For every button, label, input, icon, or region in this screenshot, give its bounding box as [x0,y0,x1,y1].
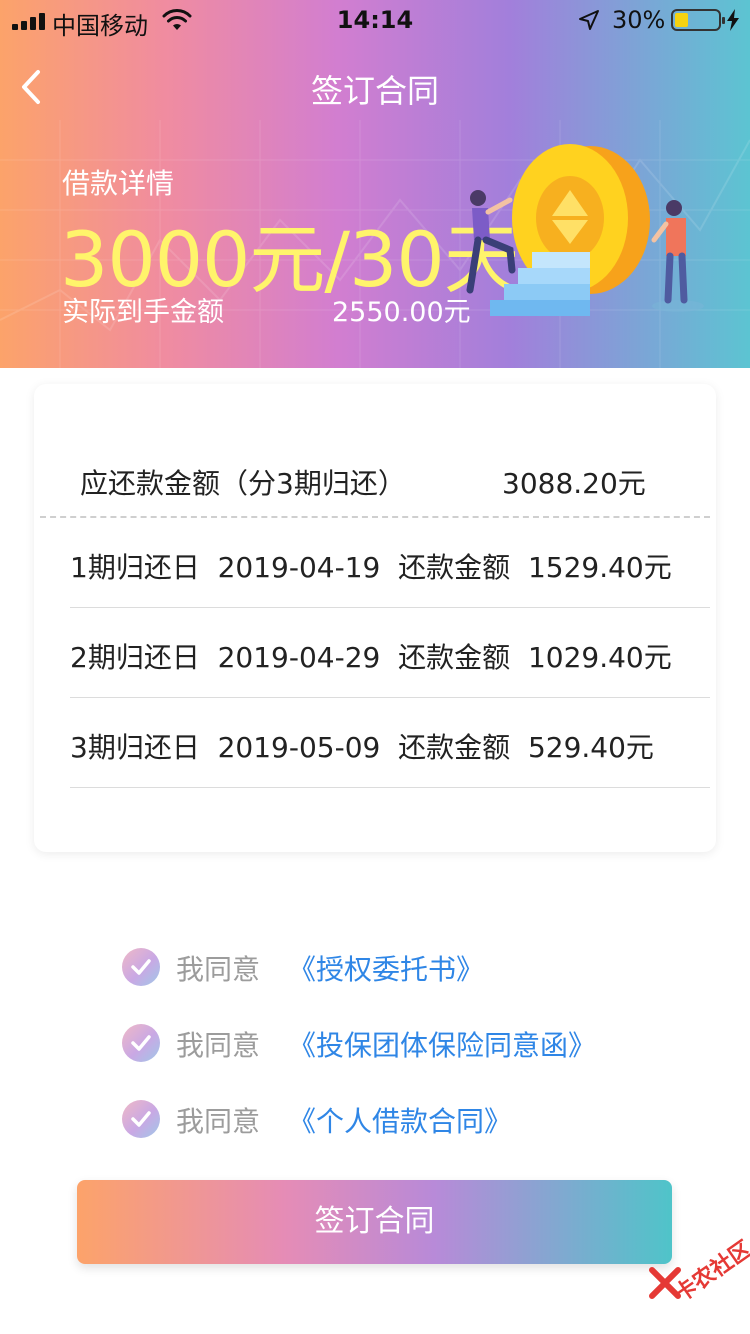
total-repayment-label: 应还款金额（分3期归还） [80,467,406,500]
period-text: 2期归还日 2019-04-29 还款金额 1029.40元 [70,641,672,674]
status-bar: 中国移动 14:14 30% [0,0,750,40]
agreement-authorization[interactable]: 我同意 《授权委托书》 [122,946,542,986]
actual-amount-label: 实际到手金额 [62,297,224,328]
coin-illustration [466,144,704,316]
personal-loan-contract-link[interactable]: 《个人借款合同》 [288,1100,512,1140]
repayment-period-row: 1期归还日 2019-04-19 还款金额 1529.40元 [70,518,710,608]
agree-prefix: 我同意 [176,953,261,986]
battery-percent: 30% [612,6,666,34]
location-arrow-icon [579,10,599,30]
sign-contract-button[interactable]: 签订合同 [77,1180,672,1264]
agree-prefix: 我同意 [176,1029,261,1062]
loan-details-label: 借款详情 [62,167,175,200]
period-text: 1期归还日 2019-04-19 还款金额 1529.40元 [70,551,672,584]
insurance-consent-link[interactable]: 《投保团体保险同意函》 [288,1024,596,1064]
total-repayment-value: 3088.20元 [502,467,646,500]
authorization-letter-link[interactable]: 《授权委托书》 [288,948,484,988]
repayment-period-row: 3期归还日 2019-05-09 还款金额 529.40元 [70,698,710,788]
agree-prefix: 我同意 [176,1105,261,1138]
page-title: 签订合同 [310,72,439,110]
agreement-loan-contract[interactable]: 我同意 《个人借款合同》 [122,1098,542,1138]
battery-icon [671,9,725,31]
loan-header: 中国移动 14:14 30% 签订合同 借款详情 3000元/30天 实际到手金… [0,0,750,368]
checkmark-icon[interactable] [122,948,160,986]
repayment-card: 应还款金额（分3期归还） 3088.20元 1期归还日 2019-04-19 还… [34,384,716,852]
charging-bolt-icon [727,9,739,31]
period-text: 3期归还日 2019-05-09 还款金额 529.40元 [70,731,654,764]
repayment-period-row: 2期归还日 2019-04-29 还款金额 1029.40元 [70,608,710,698]
agreement-insurance[interactable]: 我同意 《投保团体保险同意函》 [122,1022,642,1062]
watermark: 卡农社区 [640,1237,750,1310]
checkmark-icon[interactable] [122,1024,160,1062]
checkmark-icon[interactable] [122,1100,160,1138]
